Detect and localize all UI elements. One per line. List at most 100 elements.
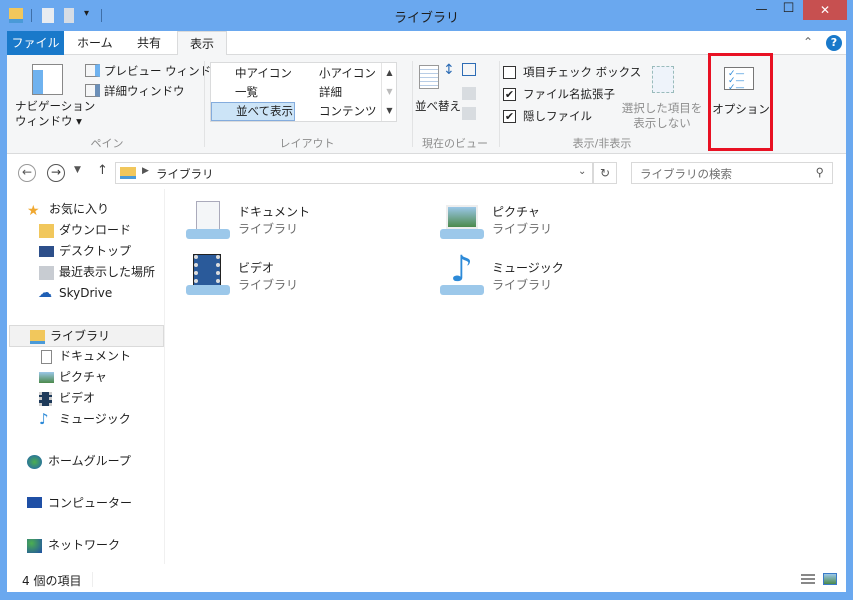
nav-downloads[interactable]: ダウンロード	[7, 220, 157, 241]
nav-network[interactable]: ネットワーク	[7, 535, 157, 556]
help-icon[interactable]: ?	[826, 35, 842, 51]
network-icon	[27, 539, 42, 553]
nav-recent-places[interactable]: 最近表示した場所	[7, 262, 157, 283]
label: コンテンツ	[319, 104, 377, 118]
layout-details[interactable]: 詳細	[299, 83, 342, 102]
sort-arrow-icon: ↕	[443, 62, 455, 78]
item-name: ビデオ	[238, 261, 275, 275]
tab-share[interactable]: 共有	[125, 31, 173, 55]
title-bar[interactable]: ▾ ライブラリ — ☐ ✕	[0, 0, 853, 31]
forward-button[interactable]: →	[47, 164, 65, 182]
maximize-button[interactable]: ☐	[775, 0, 802, 20]
tab-home[interactable]: ホーム	[65, 31, 125, 55]
sort-by-button[interactable]: ↕ 並べ替え	[415, 60, 461, 130]
group-by-icon[interactable]	[462, 63, 476, 76]
add-columns-icon	[462, 87, 476, 100]
documents-library-icon	[184, 199, 232, 247]
close-button[interactable]: ✕	[803, 0, 847, 20]
layout-content[interactable]: コンテンツ	[299, 102, 377, 121]
details-view-icon[interactable]	[801, 574, 815, 585]
video-icon	[39, 392, 52, 406]
address-dropdown-icon[interactable]: ⌄	[578, 166, 586, 177]
search-input[interactable]: ライブラリの検索 ⚲	[631, 162, 833, 184]
search-icon: ⚲	[815, 165, 824, 179]
minimize-button[interactable]: —	[748, 0, 775, 20]
tab-file[interactable]: ファイル	[7, 31, 64, 55]
label: 詳細	[319, 85, 342, 99]
library-pictures[interactable]: ピクチャ ライブラリ	[438, 199, 598, 247]
breadcrumb-chevron-icon[interactable]: ▶	[142, 166, 149, 176]
label: コンピューター	[48, 496, 133, 510]
details-pane-icon	[85, 84, 100, 97]
window-title: ライブラリ	[393, 11, 459, 26]
label: ネットワーク	[48, 538, 121, 552]
downloads-icon	[39, 224, 54, 238]
nav-music[interactable]: ♪ ミュージック	[7, 409, 157, 430]
explorer-window: ▾ ライブラリ — ☐ ✕ ファイル ホーム 共有 表示 ⌃ ? ナビゲーション…	[0, 0, 853, 600]
address-bar[interactable]: ▶ ライブラリ ⌄	[115, 162, 593, 184]
library-videos[interactable]: ビデオ ライブラリ	[184, 254, 344, 303]
label: 選択した項目を	[621, 101, 703, 115]
library-documents[interactable]: ドキュメント ライブラリ	[184, 199, 344, 247]
library-music[interactable]: ♪ ミュージック ライブラリ	[438, 249, 598, 303]
nav-computer[interactable]: コンピューター	[7, 493, 157, 514]
layout-medium-icons[interactable]: 中アイコン	[215, 64, 292, 83]
large-icons-view-icon[interactable]	[823, 573, 837, 585]
nav-skydrive[interactable]: ☁ SkyDrive	[7, 283, 157, 304]
label: 小アイコン	[319, 66, 376, 80]
desktop-icon	[39, 246, 54, 257]
label: 並べて表示	[236, 104, 294, 118]
recent-locations-icon[interactable]: ▼	[74, 165, 81, 175]
collapse-ribbon-icon[interactable]: ⌃	[803, 35, 813, 49]
address-row: ← → ▼ ↑ ▶ ライブラリ ⌄ ↻ ライブラリの検索 ⚲	[7, 155, 846, 189]
recent-places-icon	[39, 266, 54, 280]
nav-homegroup[interactable]: ホームグループ	[7, 451, 157, 472]
nav-pictures[interactable]: ピクチャ	[7, 367, 157, 388]
nav-favorites[interactable]: ★ お気に入り	[7, 199, 157, 220]
tab-view[interactable]: 表示	[177, 31, 228, 56]
videos-library-icon	[184, 254, 232, 303]
preview-pane-icon	[85, 64, 100, 77]
layout-small-icons[interactable]: 小アイコン	[299, 64, 376, 83]
label: SkyDrive	[59, 286, 113, 300]
refresh-button[interactable]: ↻	[593, 162, 617, 184]
nav-libraries-selected[interactable]: ライブラリ	[9, 325, 164, 347]
checkbox-checked[interactable]: ✔	[503, 110, 516, 123]
checkbox[interactable]	[503, 66, 516, 79]
breadcrumb-library[interactable]: ライブラリ	[156, 166, 214, 182]
label: ライブラリ	[50, 329, 111, 343]
item-count: 4 個の項目	[22, 574, 82, 588]
back-button[interactable]: ←	[18, 164, 36, 182]
layout-tiles-selected[interactable]: 並べて表示	[211, 102, 295, 121]
divider	[412, 61, 413, 147]
details-pane-label: 詳細ウィンドウ	[104, 84, 185, 98]
computer-icon	[27, 497, 42, 508]
nav-pane-label-2: ウィンドウ ▾	[15, 114, 82, 128]
music-note-icon: ♪	[39, 410, 49, 428]
up-button[interactable]: ↑	[97, 163, 108, 178]
content-pane: ドキュメント ライブラリ ピクチャ ライブラリ ビデオ ライブラリ ♪ ミュージ…	[167, 189, 846, 564]
document-icon	[41, 350, 52, 364]
nav-videos[interactable]: ビデオ	[7, 388, 157, 409]
status-bar: 4 個の項目	[7, 568, 846, 592]
gallery-scroll[interactable]: ▲ ▼ ▼	[381, 63, 397, 121]
options-label: オプション	[712, 102, 770, 116]
item-name: ドキュメント	[238, 205, 311, 219]
star-icon: ★	[27, 203, 40, 219]
label: ホームグループ	[48, 454, 131, 468]
label: ピクチャ	[59, 370, 107, 384]
nav-desktop[interactable]: デスクトップ	[7, 241, 157, 262]
options-button[interactable]: ✓— ✓— ✓— オプション	[711, 58, 771, 128]
library-icon	[120, 167, 136, 179]
group-label-pane: ペイン	[90, 137, 124, 150]
item-type: ライブラリ	[492, 222, 553, 236]
sort-by-label: 並べ替え	[415, 99, 461, 113]
group-label-layout: レイアウト	[279, 137, 335, 150]
label: ビデオ	[59, 391, 96, 405]
label: デスクトップ	[59, 244, 132, 258]
layout-list[interactable]: 一覧	[215, 83, 258, 102]
checkbox-checked[interactable]: ✔	[503, 88, 516, 101]
nav-documents[interactable]: ドキュメント	[7, 346, 157, 367]
item-name: ピクチャ	[492, 205, 540, 219]
navigation-pane-button[interactable]: ナビゲーション ウィンドウ ▾	[15, 60, 95, 132]
